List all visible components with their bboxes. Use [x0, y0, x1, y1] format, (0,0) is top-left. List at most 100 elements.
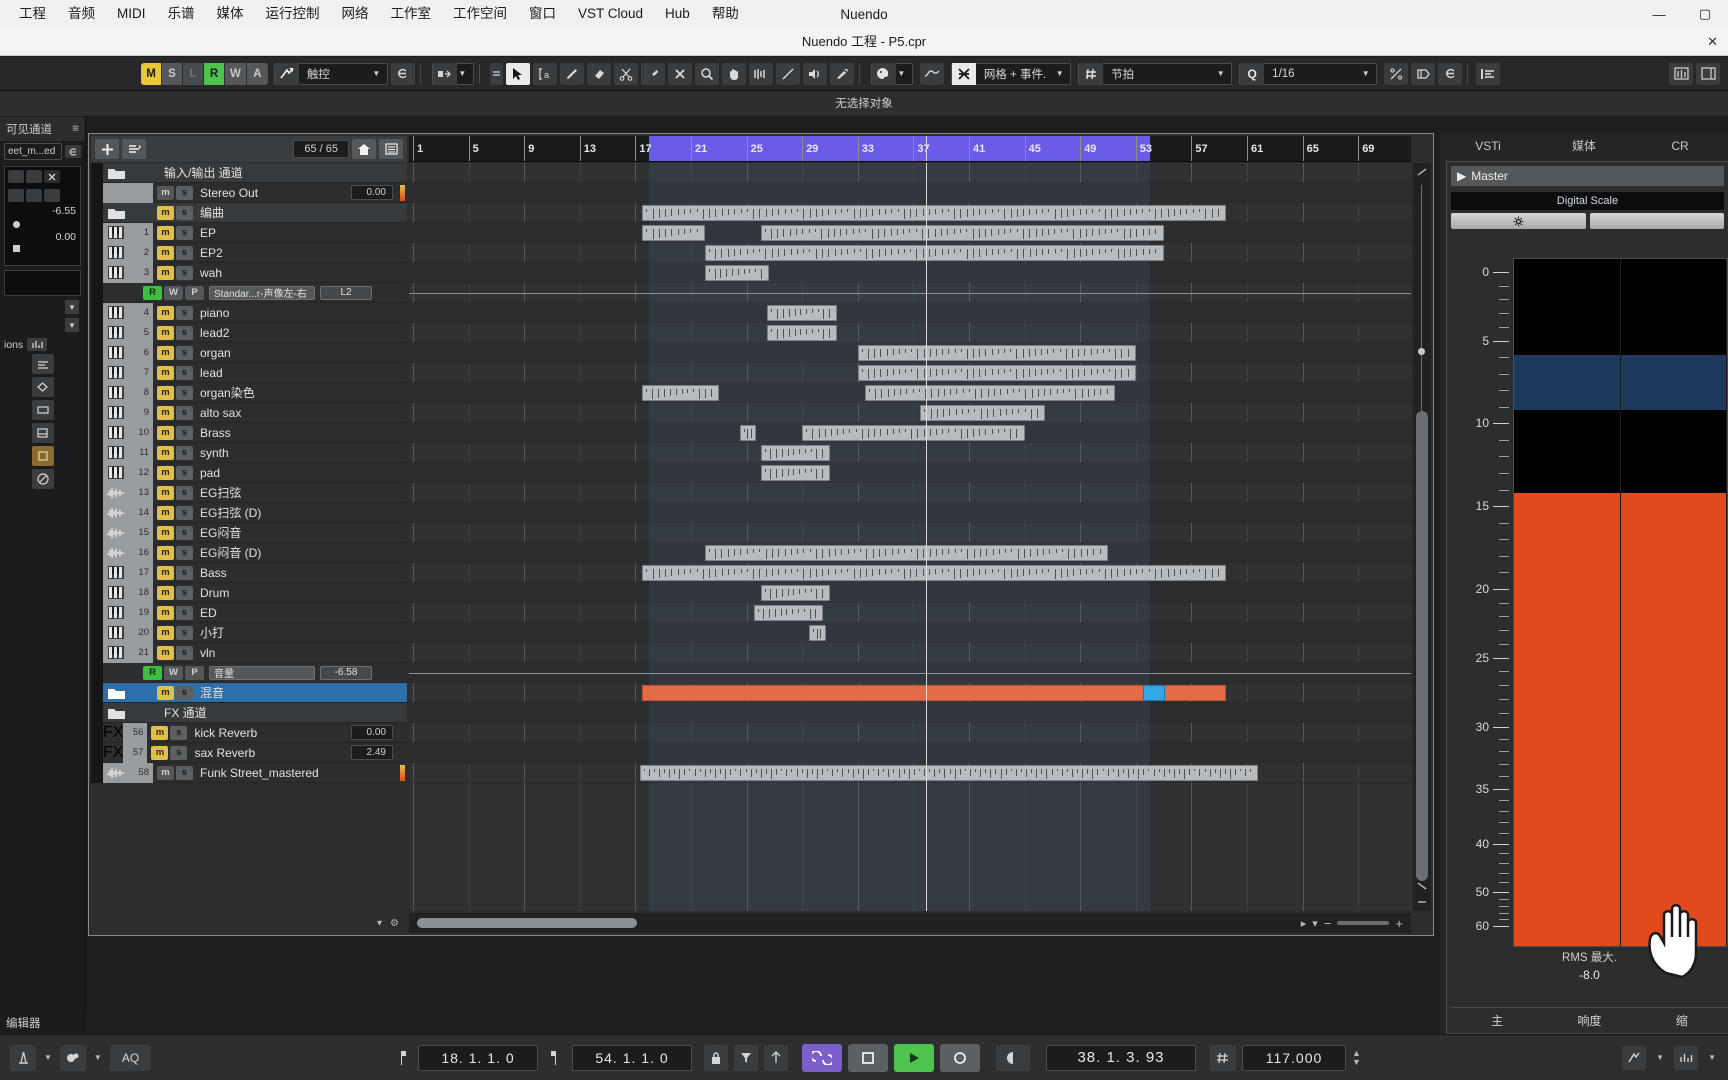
track-name[interactable]: organ [200, 346, 231, 360]
project-close-button[interactable]: ✕ [1707, 28, 1718, 56]
arrangement-canvas[interactable] [409, 163, 1411, 911]
track-row[interactable]: 58 m s Funk Street_mastered [91, 762, 407, 783]
track-row[interactable]: 20 m s 小打 [91, 622, 407, 643]
track-solo-button[interactable]: s [176, 605, 193, 620]
track-name[interactable]: organ染色 [200, 384, 255, 401]
grid-chevron-icon[interactable]: ▼ [1215, 69, 1231, 78]
left-locator-icon[interactable] [390, 1045, 412, 1071]
automation-write-button[interactable]: W [164, 285, 183, 300]
track-mute-button[interactable]: m [151, 745, 169, 760]
tab-cr[interactable]: CR [1632, 133, 1728, 159]
automation-value[interactable]: -6.58 [320, 665, 372, 680]
quantize-apply-button[interactable] [1411, 62, 1436, 85]
mastered-audio-event[interactable] [639, 765, 1259, 781]
add-track-button[interactable] [95, 139, 119, 159]
arrangement-event[interactable] [704, 265, 769, 281]
scroll-right-icon[interactable]: ▸ [1301, 917, 1307, 930]
track-row[interactable]: 7 m s lead [91, 362, 407, 383]
zoom-out-icon[interactable]: − [1324, 916, 1332, 931]
strip-chevron-1-icon[interactable]: ▼ [65, 300, 79, 314]
track-name[interactable]: piano [200, 306, 229, 320]
folder-track-row[interactable]: 输入/输出 通道 [91, 163, 407, 183]
zoom-preset-icon[interactable]: ▾ [1312, 917, 1318, 930]
track-name[interactable]: EG扫弦 (D) [200, 504, 261, 521]
nudge-icon[interactable] [432, 62, 457, 85]
tab-media[interactable]: 媒体 [1536, 133, 1632, 159]
eq-button[interactable] [8, 170, 24, 183]
track-mute-button[interactable]: m [157, 205, 174, 220]
arrangement-event[interactable] [920, 405, 1046, 421]
automation-param-button[interactable]: P [185, 665, 204, 680]
automation-param-button[interactable]: P [185, 285, 204, 300]
rack-tab-zoom[interactable]: 缩 [1636, 1012, 1728, 1029]
track-solo-button[interactable]: s [176, 565, 193, 580]
arrangement-event[interactable] [704, 545, 1108, 561]
automation-curve-volume[interactable] [409, 673, 1411, 674]
audio-engine-chevron-icon[interactable]: ▼ [94, 1053, 102, 1062]
scrub-tool-button[interactable] [748, 62, 773, 85]
track-solo-button[interactable]: s [176, 465, 193, 480]
stop-button[interactable] [848, 1043, 888, 1072]
track-mute-button[interactable]: m [157, 565, 174, 580]
channel-edit-button[interactable] [65, 145, 81, 158]
automation-lane-row[interactable]: R W P Standar...r-声像左-右 L2 [91, 282, 407, 303]
automation-read-button[interactable]: R [143, 285, 162, 300]
color-tool-button[interactable] [829, 62, 854, 85]
track-solo-button[interactable]: s [176, 385, 193, 400]
mixer-window-button[interactable] [1669, 62, 1693, 85]
menu-item-2[interactable]: MIDI [106, 0, 157, 28]
timeline-ruler[interactable]: 1 5 9 13 17 21 25 29 33 37 41 45 49 53 57 61 65 69 [409, 136, 1411, 162]
minimize-button[interactable]: — [1636, 0, 1682, 28]
arrangement-event[interactable] [739, 425, 757, 441]
track-row[interactable]: 13 m s EG扫弦 [91, 482, 407, 503]
track-solo-button[interactable]: s [176, 525, 193, 540]
track-row[interactable]: FX 56 m s kick Reverb 0.00 [91, 722, 407, 743]
strip-extra-button[interactable] [44, 189, 60, 202]
snap-to-zero-button[interactable] [1476, 62, 1501, 85]
strip-tool-5-button[interactable] [31, 446, 54, 466]
quantize-iq-button[interactable] [1384, 62, 1409, 85]
track-solo-button[interactable]: s [176, 485, 193, 500]
scroll-down-icon[interactable] [1415, 879, 1429, 893]
mute-tool-button[interactable] [667, 62, 692, 85]
track-name[interactable]: Bass [200, 566, 227, 580]
track-name[interactable]: vln [200, 646, 215, 660]
strip-chevron-2-icon[interactable]: ▼ [65, 318, 79, 332]
track-mute-button[interactable]: m [157, 525, 174, 540]
folder-icon[interactable] [103, 163, 129, 183]
track-solo-button[interactable]: s [170, 745, 188, 760]
track-row[interactable]: m s Stereo Out 0.00 [91, 182, 407, 203]
auto-quantize-button[interactable]: AQ [109, 1044, 152, 1071]
automation-curve[interactable] [409, 293, 1411, 294]
strip-tool-2-button[interactable] [31, 377, 54, 397]
arrangement-event[interactable] [642, 385, 719, 401]
track-row[interactable]: 16 m s EG闷音 (D) [91, 542, 407, 563]
track-row[interactable]: 12 m s pad [91, 462, 407, 483]
menu-item-9[interactable]: 窗口 [518, 0, 567, 28]
menu-item-11[interactable]: Hub [654, 0, 701, 28]
quantize-chevron-icon[interactable]: ▼ [1360, 69, 1376, 78]
track-list-collapse-icon[interactable]: ▾ [377, 918, 382, 929]
lock-button[interactable] [704, 1044, 728, 1071]
track-name[interactable]: EG闷音 [200, 524, 241, 541]
strip-bypass-button[interactable] [31, 469, 54, 489]
arrangement-event-tail[interactable] [1142, 685, 1165, 701]
play-button[interactable] [894, 1043, 934, 1072]
visible-channels-header[interactable]: 可见通道 ≡ [0, 117, 85, 141]
zoom-tool-button[interactable] [694, 62, 719, 85]
track-mute-button[interactable]: m [157, 305, 174, 320]
automation-parameter-label[interactable]: Standar...r-声像左-右 [209, 285, 315, 300]
listen-button[interactable]: L [183, 62, 204, 85]
track-row[interactable]: 21 m s vln [91, 642, 407, 663]
track-mute-button[interactable]: m [157, 505, 174, 520]
track-solo-button[interactable]: s [170, 725, 188, 740]
cycle-region[interactable] [649, 136, 1150, 161]
track-solo-button[interactable]: s [176, 685, 193, 700]
inserts-button[interactable] [26, 170, 42, 183]
transport-settings-button[interactable] [1622, 1045, 1647, 1070]
track-name[interactable]: EP [200, 226, 216, 240]
arrangement-event[interactable] [767, 305, 837, 321]
track-row[interactable]: 5 m s lead2 [91, 322, 407, 343]
scroll-up-icon[interactable] [1415, 165, 1429, 179]
track-solo-button[interactable]: s [176, 505, 193, 520]
